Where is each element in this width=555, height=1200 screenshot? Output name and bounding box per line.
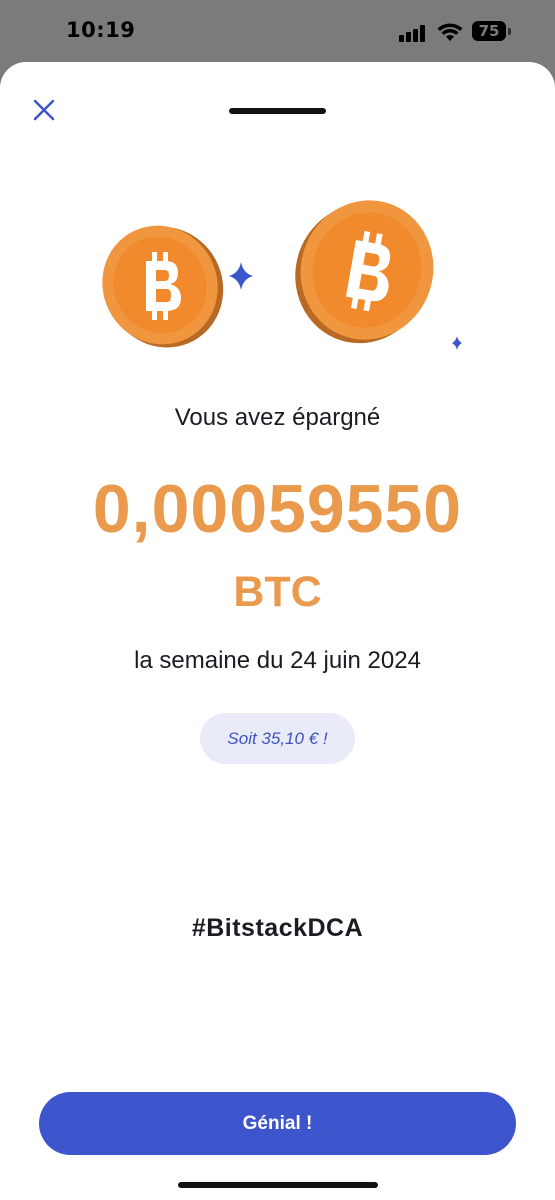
close-icon xyxy=(33,99,55,121)
bitcoin-coins-illustration xyxy=(102,200,462,350)
hashtag: #BitstackDCA xyxy=(191,914,364,942)
status-bar: 10:19 75 xyxy=(0,0,555,62)
status-time: 10:19 xyxy=(66,18,136,42)
sheet-grabber[interactable] xyxy=(229,108,326,114)
battery-icon: 75 xyxy=(472,21,506,41)
btc-unit: BTC xyxy=(233,568,322,616)
fiat-equivalent-text: Soit 35,10 € ! xyxy=(227,729,328,748)
battery-cap xyxy=(508,28,511,35)
sparkle-icon xyxy=(452,336,462,350)
home-indicator xyxy=(178,1182,378,1188)
close-button[interactable] xyxy=(28,94,60,126)
bitcoin-coin-icon xyxy=(102,225,224,348)
battery-level: 75 xyxy=(478,22,500,40)
saved-label: Vous avez épargné xyxy=(174,404,381,431)
genial-button[interactable]: Génial ! xyxy=(39,1092,516,1155)
genial-button-label: Génial ! xyxy=(242,1113,313,1134)
sparkle-icon xyxy=(229,262,253,290)
cellular-signal-icon xyxy=(399,24,429,42)
savings-modal: Vous avez épargné 0,00059550 BTC la sema… xyxy=(0,62,555,1200)
bitcoin-coin-icon xyxy=(295,200,434,344)
wifi-icon xyxy=(437,23,463,41)
fiat-equivalent-badge: Soit 35,10 € ! xyxy=(200,713,355,764)
saving-period: la semaine du 24 juin 2024 xyxy=(134,647,421,674)
btc-amount: 0,00059550 xyxy=(92,471,463,547)
